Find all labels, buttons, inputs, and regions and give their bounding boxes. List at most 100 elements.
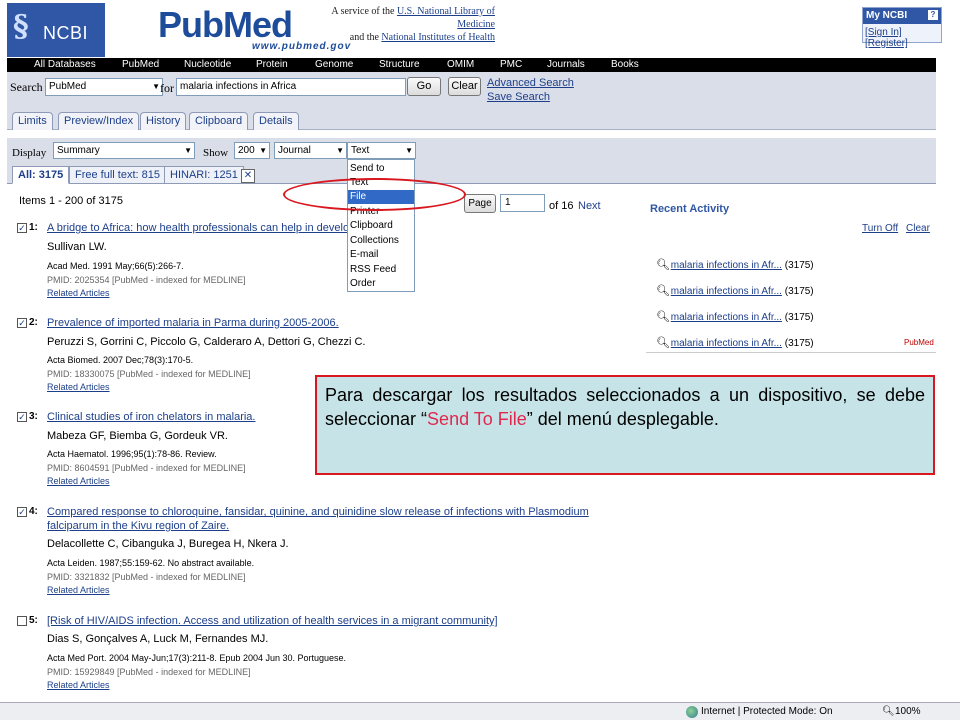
nih-link[interactable]: National Institutes of Health: [381, 32, 495, 43]
browser-status-bar: Internet | Protected Mode: On 🔍︎ 100%: [0, 702, 960, 720]
search-input[interactable]: malaria infections in Africa: [176, 78, 406, 96]
result-number: 1:: [29, 222, 38, 233]
nav-journals[interactable]: Journals: [547, 59, 585, 70]
turn-off-link[interactable]: Turn Off: [862, 223, 898, 234]
tab-limits[interactable]: Limits: [12, 112, 53, 130]
help-icon[interactable]: ?: [928, 10, 938, 20]
result-pmid: PMID: 18330075 [PubMed - indexed for MED…: [47, 369, 251, 379]
zoom-level[interactable]: 100%: [895, 706, 921, 717]
display-bar: Display Summary ▼ Show 200 ▼ Journal ▼ T…: [7, 138, 936, 166]
result-source: Acta Biomed. 2007 Dec;78(3):170-5.: [47, 355, 194, 365]
recent-query-link[interactable]: malaria infections in Afr...: [671, 312, 782, 323]
result-number: 5:: [29, 615, 38, 626]
filter-tools-icon[interactable]: ✕: [241, 169, 255, 183]
nav-omim[interactable]: OMIM: [447, 59, 474, 70]
result-authors: Peruzzi S, Gorrini C, Piccolo G, Caldera…: [47, 336, 366, 348]
ncbi-logo-text: NCBI: [43, 23, 89, 43]
database-select[interactable]: PubMed ▼: [45, 78, 163, 96]
page-of-text: of 16: [549, 200, 574, 212]
recent-activity-item: 🔍︎ malaria infections in Afr... (3175): [656, 336, 814, 349]
recent-query-count: (3175): [784, 260, 814, 271]
callout-text-after: ” del menú desplegable.: [526, 409, 719, 429]
result-authors: Mabeza GF, Biemba G, Gordeuk VR.: [47, 430, 228, 442]
page-button[interactable]: Page: [464, 194, 496, 213]
nav-structure[interactable]: Structure: [379, 59, 420, 70]
instruction-callout: Para descargar los resultados selecciona…: [315, 375, 935, 475]
nav-books[interactable]: Books: [611, 59, 639, 70]
search-icon: 🔍︎: [656, 337, 670, 349]
show-count-value: 200: [238, 145, 255, 156]
zoom-icon[interactable]: 🔍︎: [882, 706, 895, 717]
related-articles-link[interactable]: Related Articles: [47, 288, 110, 298]
nav-pmc[interactable]: PMC: [500, 59, 522, 70]
scrollbar-track[interactable]: [936, 58, 960, 702]
tab-preview-index[interactable]: Preview/Index: [58, 112, 140, 130]
related-articles-link[interactable]: Related Articles: [47, 382, 110, 392]
chevron-down-icon: ▼: [184, 146, 192, 155]
page-number-input[interactable]: 1: [500, 194, 545, 212]
result-source: Acta Leiden. 1987;55:159-62. No abstract…: [47, 558, 255, 568]
show-count-select[interactable]: 200 ▼: [234, 142, 270, 159]
callout-highlight: Send To File: [427, 409, 527, 429]
related-articles-link[interactable]: Related Articles: [47, 476, 110, 486]
database-nav: All Databases PubMed Nucleotide Protein …: [7, 58, 936, 72]
search-icon: 🔍︎: [656, 259, 670, 271]
chevron-down-icon: ▼: [336, 146, 344, 155]
result-checkbox[interactable]: ✓: [17, 223, 27, 233]
go-button[interactable]: Go: [407, 77, 441, 96]
advanced-search-link[interactable]: Advanced Search: [487, 76, 574, 90]
dropdown-option-rss-feed[interactable]: RSS Feed: [348, 263, 414, 277]
register-link[interactable]: [Register]: [865, 38, 908, 49]
my-ncbi-links: [Sign In] [Register]: [865, 27, 941, 49]
filter-tab-all[interactable]: All: 3175: [12, 166, 70, 184]
nav-protein[interactable]: Protein: [256, 59, 288, 70]
nav-genome[interactable]: Genome: [315, 59, 353, 70]
recent-query-link[interactable]: malaria infections in Afr...: [671, 286, 782, 297]
result-title-link[interactable]: Prevalence of imported malaria in Parma …: [47, 316, 607, 330]
result-title-link[interactable]: Compared response to chloroquine, fansid…: [47, 505, 592, 533]
tab-details[interactable]: Details: [253, 112, 299, 130]
nlm-link[interactable]: U.S. National Library of Medicine: [397, 6, 495, 30]
search-icon: 🔍︎: [656, 311, 670, 323]
clear-recent-link[interactable]: Clear: [906, 223, 930, 234]
result-checkbox[interactable]: ✓: [17, 507, 27, 517]
sign-in-link[interactable]: [Sign In]: [865, 27, 902, 38]
dropdown-option-email[interactable]: E-mail: [348, 248, 414, 262]
related-articles-link[interactable]: Related Articles: [47, 680, 110, 690]
dropdown-option-send-to[interactable]: Send to: [348, 162, 414, 176]
sort-select[interactable]: Journal ▼: [274, 142, 347, 159]
result-checkbox[interactable]: ✓: [17, 318, 27, 328]
result-checkbox[interactable]: [17, 616, 27, 626]
nav-all-databases[interactable]: All Databases: [34, 59, 96, 70]
next-page-link[interactable]: Next: [578, 200, 601, 212]
filter-tab-hinari[interactable]: HINARI: 1251: [164, 166, 244, 184]
chevron-down-icon: ▼: [152, 82, 160, 91]
result-title-link[interactable]: [Risk of HIV/AIDS infection. Access and …: [47, 614, 607, 628]
filter-tab-free-full-text[interactable]: Free full text: 815: [69, 166, 166, 184]
tab-clipboard[interactable]: Clipboard: [189, 112, 249, 130]
result-title-link[interactable]: A bridge to Africa: how health professio…: [47, 221, 347, 235]
result-checkbox[interactable]: ✓: [17, 412, 27, 422]
related-articles-link[interactable]: Related Articles: [47, 585, 110, 595]
nav-nucleotide[interactable]: Nucleotide: [184, 59, 231, 70]
search-label: Search: [10, 80, 43, 94]
nav-pubmed[interactable]: PubMed: [122, 59, 159, 70]
save-search-link[interactable]: Save Search: [487, 90, 574, 104]
sort-value: Journal: [278, 145, 311, 156]
result-pmid: PMID: 2025354 [PubMed - indexed for MEDL…: [47, 275, 246, 285]
ncbi-logo[interactable]: § NCBI: [7, 3, 105, 57]
items-count: Items 1 - 200 of 3175: [19, 195, 123, 207]
recent-query-count: (3175): [784, 286, 814, 297]
dropdown-option-order[interactable]: Order: [348, 277, 414, 291]
pubmed-logo[interactable]: PubMed: [158, 4, 293, 46]
tab-history[interactable]: History: [140, 112, 187, 130]
recent-query-link[interactable]: malaria infections in Afr...: [671, 260, 782, 271]
dropdown-option-clipboard[interactable]: Clipboard: [348, 219, 414, 233]
recent-query-link[interactable]: malaria infections in Afr...: [671, 338, 782, 349]
dropdown-option-collections[interactable]: Collections: [348, 234, 414, 248]
clear-button[interactable]: Clear: [448, 77, 481, 96]
recent-query-count: (3175): [784, 338, 814, 349]
send-to-select[interactable]: Text ▼: [347, 142, 416, 159]
service-prefix-1: A service of the: [331, 6, 397, 17]
display-format-select[interactable]: Summary ▼: [53, 142, 195, 159]
